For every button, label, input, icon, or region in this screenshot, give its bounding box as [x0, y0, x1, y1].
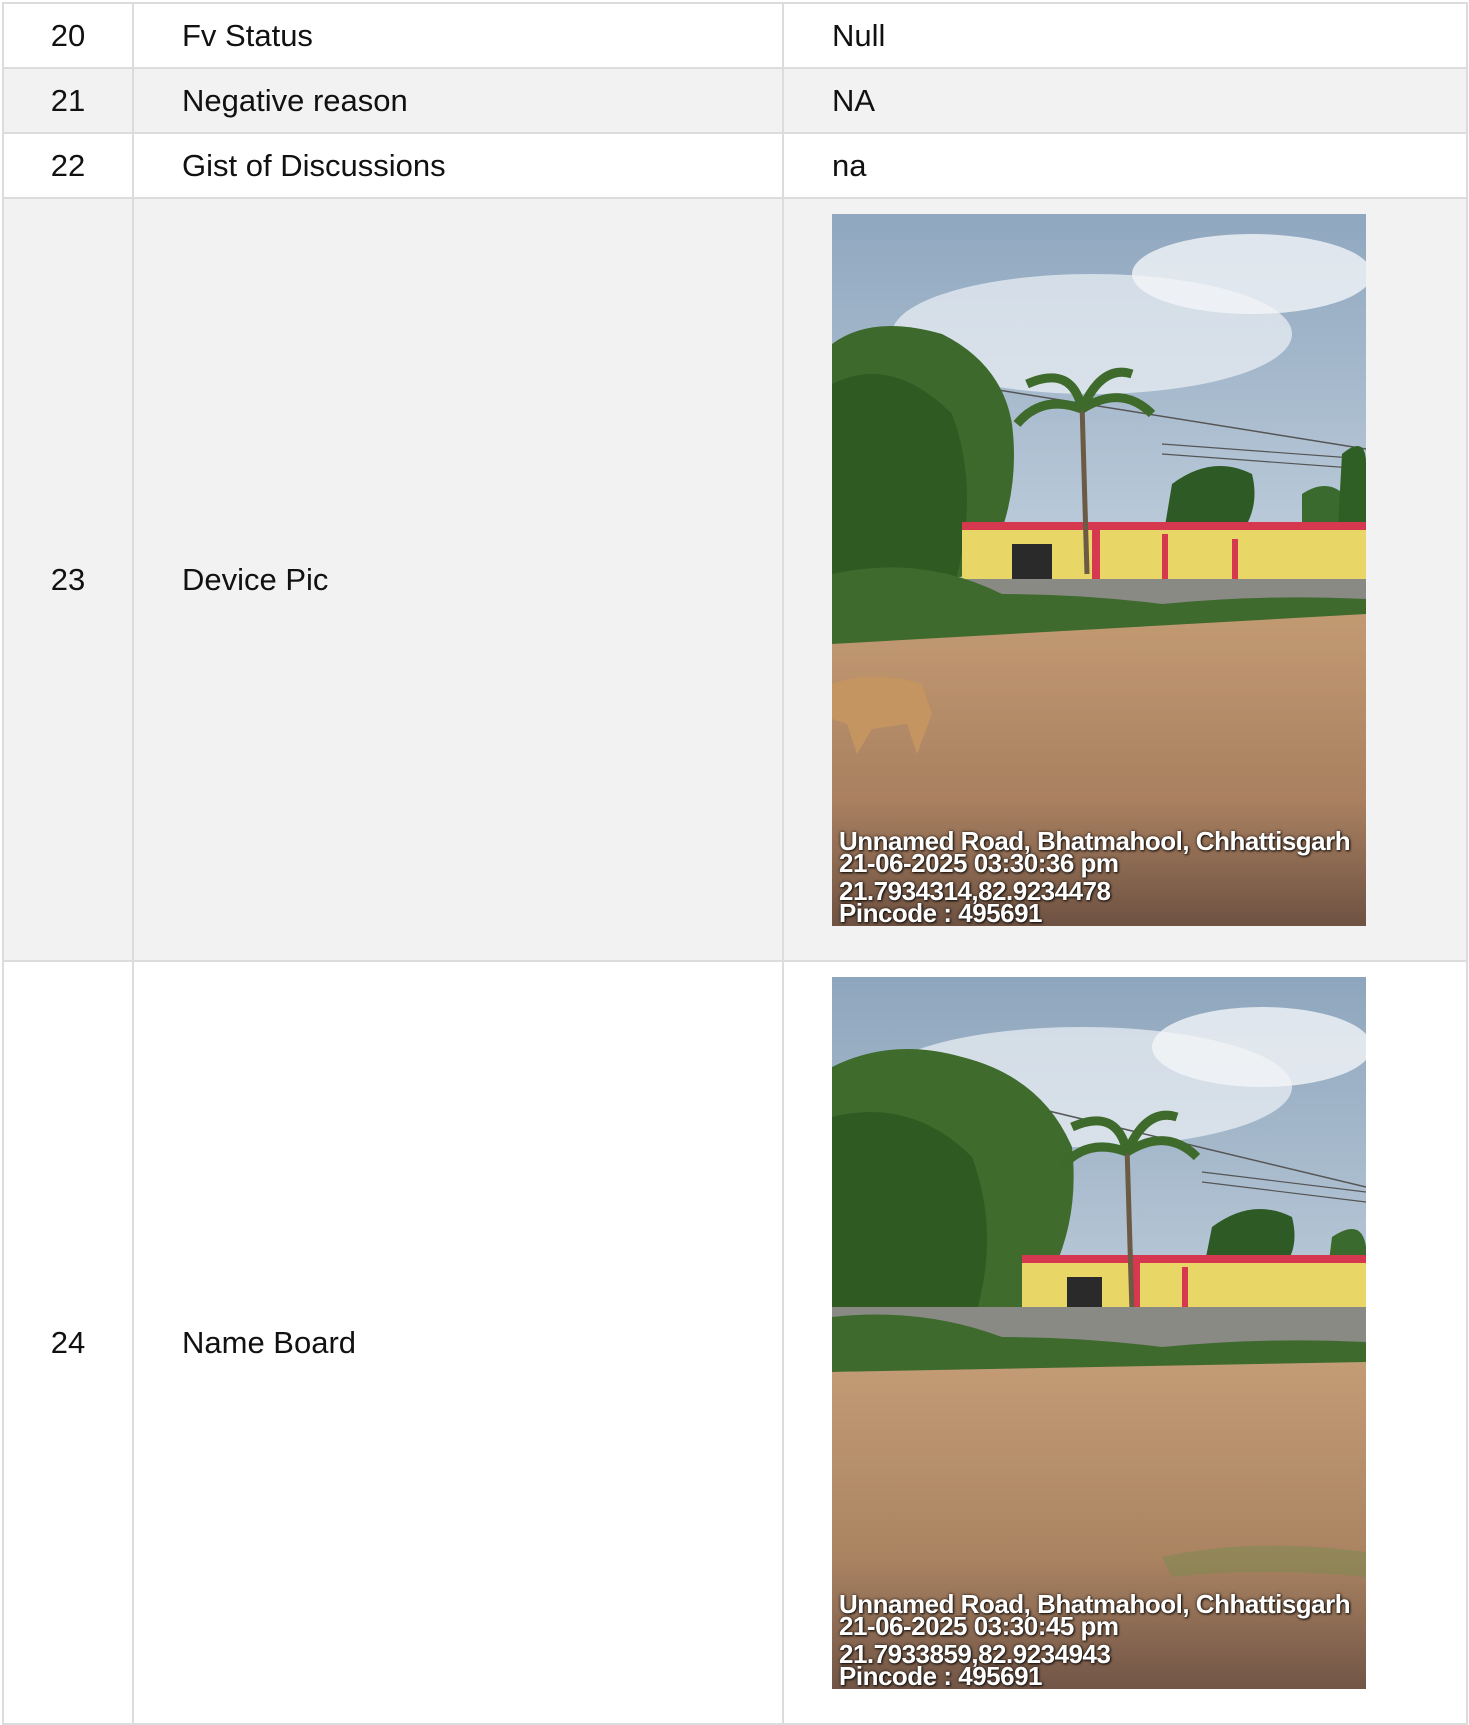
- field-value: na: [782, 132, 1468, 199]
- field-label: Device Pic: [132, 197, 784, 962]
- name-board-photo[interactable]: Unnamed Road, Bhatmahool, Chhattisgarh 2…: [832, 977, 1366, 1689]
- device-photo[interactable]: Unnamed Road, Bhatmahool, Chhattisgarh 2…: [832, 214, 1366, 926]
- field-label: Name Board: [132, 960, 784, 1725]
- device-photo-scene: [832, 214, 1366, 926]
- photo-stamp: Unnamed Road, Bhatmahool, Chhattisgarh 2…: [839, 1591, 1351, 1689]
- row-number: 22: [2, 132, 134, 199]
- field-label: Negative reason: [132, 67, 784, 134]
- field-value: Unnamed Road, Bhatmahool, Chhattisgarh 2…: [782, 197, 1468, 962]
- table-row: 21 Negative reason NA: [2, 67, 1468, 134]
- details-table: 20 Fv Status Null 21 Negative reason NA …: [2, 2, 1468, 1725]
- row-number: 23: [2, 197, 134, 962]
- photo-stamp: Unnamed Road, Bhatmahool, Chhattisgarh 2…: [839, 828, 1351, 926]
- field-label: Gist of Discussions: [132, 132, 784, 199]
- field-value: Unnamed Road, Bhatmahool, Chhattisgarh 2…: [782, 960, 1468, 1725]
- name-board-photo-scene: [832, 977, 1366, 1689]
- table-row: 20 Fv Status Null: [2, 2, 1468, 69]
- row-number: 24: [2, 960, 134, 1725]
- row-number: 21: [2, 67, 134, 134]
- field-value: NA: [782, 67, 1468, 134]
- table-row: 22 Gist of Discussions na: [2, 132, 1468, 199]
- table-row: 24 Name Board Unnamed Road, Bhatmahool, …: [2, 960, 1468, 1725]
- table-row: 23 Device Pic Unnamed Road, Bhatmahool, …: [2, 197, 1468, 962]
- field-value: Null: [782, 2, 1468, 69]
- row-number: 20: [2, 2, 134, 69]
- field-label: Fv Status: [132, 2, 784, 69]
